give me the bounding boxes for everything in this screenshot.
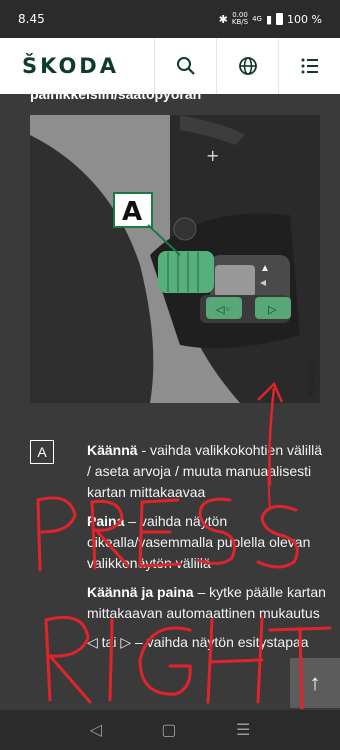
scroll-to-top-button[interactable]: ↑ bbox=[290, 658, 340, 708]
menu-button[interactable] bbox=[278, 38, 340, 94]
site-header: ŠKODA bbox=[0, 38, 340, 94]
legend-label-box: A bbox=[30, 440, 54, 464]
definition-item: Paina – vaihda näytön oikealla/vasemmall… bbox=[87, 513, 311, 571]
definition-item: Käännä ja paina – kytke päälle kartan mi… bbox=[87, 584, 326, 621]
system-nav-bar: ◁ ▢ ☰ bbox=[0, 710, 340, 750]
search-icon bbox=[176, 57, 195, 75]
skoda-logo[interactable]: ŠKODA bbox=[0, 54, 154, 78]
back-nav-button[interactable]: ◁ bbox=[90, 720, 102, 740]
legend-row: A bbox=[30, 440, 54, 464]
signal-icon: ▮ bbox=[265, 12, 273, 26]
recents-nav-button[interactable]: ☰ bbox=[236, 720, 250, 740]
net-speed: 0.00 KB/S bbox=[231, 11, 249, 26]
status-time: 8.45 bbox=[18, 12, 45, 26]
menu-icon bbox=[301, 58, 318, 74]
figure-code: S23-0187 bbox=[307, 357, 317, 397]
definition-list: Käännä - vaihda valikkokohtien välillä /… bbox=[87, 440, 327, 661]
definition-item: ◁ tai ▷ – vaihda näytön esitystapaa bbox=[87, 634, 309, 650]
status-bar: 8.45 ✱ 0.00 KB/S 4G ▮ 100 % bbox=[0, 0, 340, 38]
svg-text:▷: ▷ bbox=[268, 303, 277, 316]
figure-callout-label: A bbox=[122, 197, 142, 227]
network-type: 4G bbox=[252, 15, 262, 23]
plus-mark: + bbox=[206, 146, 219, 165]
battery-icon bbox=[276, 13, 284, 25]
status-icons: ✱ 0.00 KB/S 4G ▮ 100 % bbox=[219, 12, 322, 26]
search-button[interactable] bbox=[154, 38, 216, 94]
definition-item: Käännä - vaihda valikkokohtien välillä /… bbox=[87, 442, 323, 500]
home-nav-button[interactable]: ▢ bbox=[161, 720, 176, 740]
steering-wheel-figure: + ◁◦ ▷ A S23-0187 bbox=[30, 115, 320, 403]
battery-level: 100 % bbox=[287, 12, 322, 26]
bluetooth-icon: ✱ bbox=[218, 12, 228, 26]
language-button[interactable] bbox=[216, 38, 278, 94]
annotation-arrow bbox=[257, 381, 284, 486]
svg-text:◁◦: ◁◦ bbox=[216, 303, 231, 316]
section-heading: painikkeisiin/säätöpyörän bbox=[30, 94, 202, 102]
globe-icon bbox=[238, 57, 257, 75]
steering-wheel-illustration: + ◁◦ ▷ A bbox=[30, 115, 320, 403]
